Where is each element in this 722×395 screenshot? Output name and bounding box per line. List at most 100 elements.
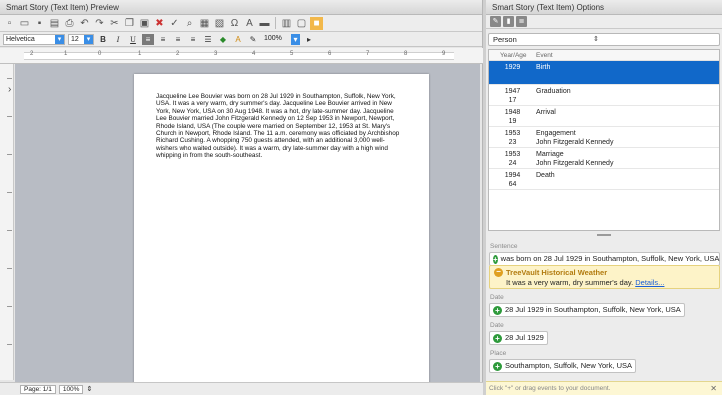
event-detail: John Fitzgerald Kennedy: [536, 160, 614, 167]
place-chip[interactable]: + Southampton, Suffolk, New York, USA: [489, 359, 637, 373]
insert-chart-icon[interactable]: ▧: [213, 17, 226, 30]
event-header[interactable]: Event: [532, 50, 553, 60]
undo-icon[interactable]: ↶: [78, 17, 91, 30]
copy-icon[interactable]: ❐: [123, 17, 136, 30]
underline-button[interactable]: U: [127, 34, 139, 45]
page-indicator: Page: 1/1: [20, 384, 56, 394]
symbol-icon[interactable]: Ω: [228, 17, 241, 30]
event-name: Engagement: [536, 130, 576, 137]
updown-icon[interactable]: ⇕: [86, 385, 92, 393]
add-icon[interactable]: +: [493, 305, 502, 315]
cut-icon[interactable]: ✂: [108, 17, 121, 30]
event-age: 64: [508, 181, 517, 188]
date-place-chip[interactable]: + 28 Jul 1929 in Southampton, Suffolk, N…: [489, 303, 685, 317]
weather-details-link[interactable]: Details...: [635, 278, 664, 287]
edit-icon[interactable]: ✎: [490, 16, 501, 27]
sentence-label: Sentence: [490, 243, 518, 250]
add-icon[interactable]: +: [493, 333, 502, 343]
event-row[interactable]: 1953 23 Engagement John Fitzgerald Kennedy: [489, 127, 719, 148]
ruler-number: 2: [176, 51, 180, 57]
color-box-icon[interactable]: ■: [310, 16, 323, 30]
options-toolbar: ✎ ▮ ≣: [486, 15, 722, 29]
event-row[interactable]: 1947 17 Graduation: [489, 85, 719, 106]
bold-button[interactable]: B: [97, 34, 109, 45]
insert-image-icon[interactable]: ▦: [198, 17, 211, 30]
font-family-value: Helvetica: [6, 35, 35, 43]
justify-icon[interactable]: ≡: [187, 34, 199, 45]
pen-icon[interactable]: ✎: [247, 34, 259, 45]
ruler-tick: [7, 154, 12, 155]
date-label: Date: [490, 294, 504, 301]
italic-button[interactable]: I: [112, 34, 124, 45]
vertical-ruler[interactable]: [0, 64, 14, 380]
event-year: 1994: [504, 172, 521, 179]
font-family-select[interactable]: Helvetica ▾: [3, 33, 65, 45]
options-panel: Smart Story (Text Item) Options ✎ ▮ ≣ Pe…: [486, 0, 722, 395]
list-icon[interactable]: ≣: [516, 16, 527, 27]
document-page[interactable]: Jacqueline Lee Bouvier was born on 28 Ju…: [134, 74, 429, 395]
event-name: Birth: [536, 64, 551, 71]
font-size-select[interactable]: 12 ▾: [68, 33, 94, 45]
chart-icon[interactable]: ▮: [503, 16, 514, 27]
event-row[interactable]: 1929 Birth: [489, 61, 719, 85]
zoom-chevron-icon[interactable]: ▾: [291, 33, 300, 45]
close-icon[interactable]: ✕: [710, 382, 717, 395]
date-label: Date: [490, 322, 504, 329]
delete-icon[interactable]: ✖: [153, 17, 166, 30]
ruler-number: 3: [214, 51, 218, 57]
text-color-icon[interactable]: ◆: [217, 34, 229, 45]
print-preview-icon[interactable]: ▤: [48, 17, 61, 30]
play-icon[interactable]: ▸: [303, 34, 315, 45]
status-zoom-select[interactable]: 100%: [58, 384, 84, 394]
remove-icon[interactable]: −: [494, 268, 503, 277]
place-label: Place: [490, 350, 507, 357]
highlight-icon[interactable]: ▬: [258, 17, 271, 30]
align-center-icon[interactable]: ≡: [157, 34, 169, 45]
save-icon[interactable]: ▪: [33, 17, 46, 30]
font-icon[interactable]: A: [243, 17, 256, 30]
event-row[interactable]: 1948 19 Arrival: [489, 106, 719, 127]
expand-arrow-icon[interactable]: ›: [8, 84, 11, 95]
event-name: Death: [536, 172, 555, 179]
event-age: 23: [508, 139, 517, 146]
ruler-tick: [7, 230, 12, 231]
zoom-select[interactable]: 100%: [262, 34, 288, 45]
story-text[interactable]: Jacqueline Lee Bouvier was born on 28 Ju…: [156, 93, 401, 160]
status-bar: Page: 1/1 100% ⇕: [0, 382, 483, 395]
find-icon[interactable]: ⌕: [183, 17, 196, 30]
align-left-icon[interactable]: ≡: [142, 33, 154, 45]
frame-icon[interactable]: ▢: [295, 17, 308, 30]
ruler-number: 8: [404, 51, 408, 57]
format-toolbar: Helvetica ▾ 12 ▾ B I U ≡ ≡ ≡ ≡ ☰ ◆ A ✎ 1…: [0, 32, 482, 47]
page-layout-icon[interactable]: ▥: [280, 17, 293, 30]
add-icon[interactable]: +: [493, 361, 502, 371]
grip-icon: [597, 234, 611, 236]
split-handle[interactable]: [488, 232, 720, 238]
document-canvas: Jacqueline Lee Bouvier was born on 28 Ju…: [15, 64, 480, 395]
horizontal-ruler[interactable]: 2 1 0 1 2 3 4 5 6 7 8 9: [0, 48, 483, 64]
print-icon[interactable]: ⎙: [63, 17, 76, 30]
highlight-color-icon[interactable]: A: [232, 34, 244, 45]
event-row[interactable]: 1994 64 Death: [489, 169, 719, 190]
date-text: 28 Jul 1929: [505, 333, 544, 342]
date-place-text: 28 Jul 1929 in Southampton, Suffolk, New…: [505, 305, 681, 314]
event-name: Graduation: [536, 88, 571, 95]
ruler-number: 9: [442, 51, 446, 57]
new-doc-icon[interactable]: ▫: [3, 17, 16, 30]
date-chip[interactable]: + 28 Jul 1929: [489, 331, 548, 345]
events-list: Year/Age Event 1929 Birth 1947 17 Graduat…: [488, 49, 720, 231]
add-icon[interactable]: +: [493, 254, 498, 264]
redo-icon[interactable]: ↷: [93, 17, 106, 30]
ruler-tick: [7, 192, 12, 193]
year-age-header[interactable]: Year/Age: [489, 50, 532, 60]
bullet-list-icon[interactable]: ☰: [202, 34, 214, 45]
paste-icon[interactable]: ▣: [138, 17, 151, 30]
open-folder-icon[interactable]: ▭: [18, 17, 31, 30]
align-right-icon[interactable]: ≡: [172, 34, 184, 45]
ruler-number: 1: [64, 51, 68, 57]
spellcheck-icon[interactable]: ✓: [168, 17, 181, 30]
sentence-chip[interactable]: + was born on 28 Jul 1929 in Southampton…: [489, 252, 720, 266]
event-row[interactable]: 1953 24 Marriage John Fitzgerald Kennedy: [489, 148, 719, 169]
updown-icon: ⇕: [593, 36, 599, 43]
person-select[interactable]: Person ⇕: [488, 33, 720, 46]
